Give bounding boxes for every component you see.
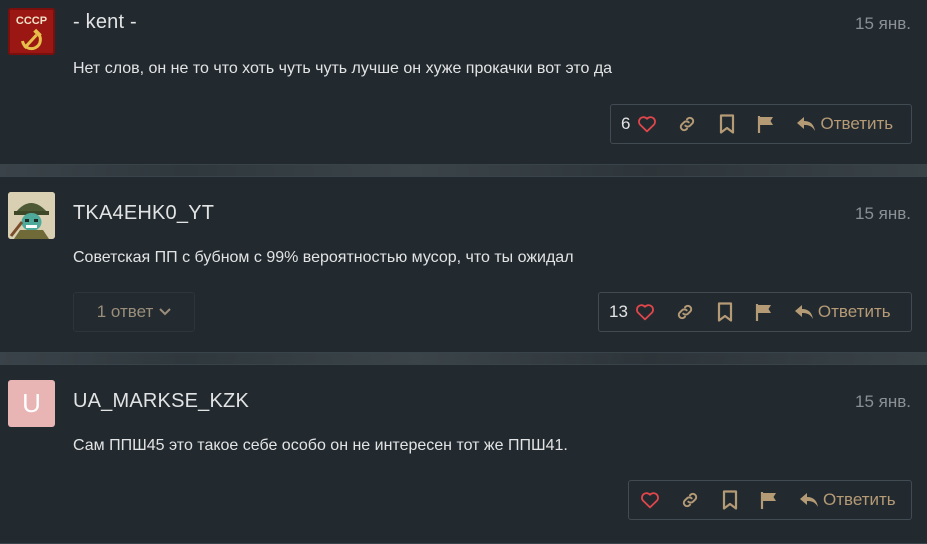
bookmark-icon[interactable] [719, 489, 741, 511]
flag-icon[interactable] [754, 301, 776, 323]
bookmark-icon[interactable] [714, 301, 736, 323]
comment-card: U UA_MARKSE_KZK 15 янв. Сам ППШ45 это та… [0, 364, 927, 544]
reply-label: Ответить [823, 490, 896, 509]
comment-date[interactable]: 15 янв. [855, 204, 911, 224]
comment-text: Советская ПП с бубном с 99% вероятностью… [73, 249, 574, 266]
comment-card: TKA4EHK0_YT 15 янв. Советская ПП с бубно… [0, 176, 927, 353]
comment-actions: 13 Ответить [598, 292, 912, 332]
avatar-letter: U [22, 388, 41, 418]
comment-card: СССР - kent - 15 янв. Нет слов, он не то… [0, 0, 927, 165]
avatar[interactable]: U [8, 380, 55, 427]
author-name[interactable]: TKA4EHK0_YT [73, 202, 214, 225]
heart-icon[interactable] [639, 489, 661, 511]
reply-button[interactable]: Ответить [794, 302, 891, 322]
heart-icon[interactable] [636, 113, 658, 135]
flag-icon[interactable] [759, 489, 781, 511]
show-replies-button[interactable]: 1 ответ [73, 292, 195, 332]
divider [0, 165, 927, 176]
bookmark-icon[interactable] [716, 113, 738, 135]
reply-button[interactable]: Ответить [799, 490, 896, 510]
reply-icon [797, 117, 816, 131]
reply-icon [800, 493, 818, 507]
heart-icon[interactable] [634, 301, 656, 323]
replies-label: 1 ответ [96, 302, 154, 321]
avatar-caption: СССР [16, 15, 47, 27]
like-count: 6 [621, 114, 631, 133]
avatar[interactable] [8, 192, 55, 239]
reply-label: Ответить [817, 302, 891, 321]
comment-date[interactable]: 15 янв. [855, 14, 911, 34]
chevron-down-icon [159, 308, 171, 316]
comment-actions: 6 Ответить [610, 104, 912, 144]
reply-label: Ответить [820, 114, 894, 133]
comment-date[interactable]: 15 янв. [855, 392, 911, 412]
author-name[interactable]: - kent - [73, 11, 137, 34]
avatar[interactable]: СССР [8, 8, 55, 55]
flag-icon[interactable] [756, 113, 778, 135]
link-icon[interactable] [674, 301, 696, 323]
author-name[interactable]: UA_MARKSE_KZK [73, 390, 249, 413]
like-count: 13 [609, 302, 628, 321]
divider [0, 353, 927, 364]
comment-text: Сам ППШ45 это такое себе особо он не инт… [73, 437, 568, 454]
reply-icon [794, 305, 813, 319]
comment-actions: Ответить [628, 480, 912, 520]
link-icon[interactable] [676, 113, 698, 135]
reply-button[interactable]: Ответить [796, 114, 893, 134]
comment-text: Нет слов, он не то что хоть чуть чуть лу… [73, 60, 613, 77]
link-icon[interactable] [679, 489, 701, 511]
soldier-icon [8, 192, 55, 239]
